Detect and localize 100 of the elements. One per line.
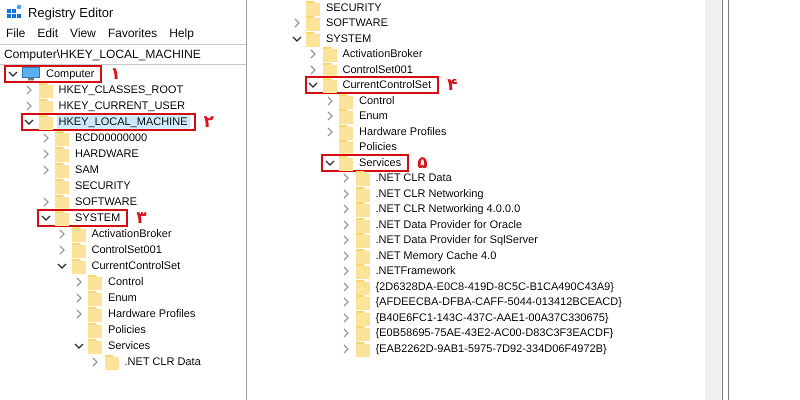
tree-item[interactable]: {EAB2262D-9AB1-5975-7D92-334D06F4972B} [374, 342, 609, 356]
chevron-right-icon[interactable] [324, 96, 334, 106]
chevron-right-icon[interactable] [341, 266, 351, 276]
tree-item[interactable]: HKEY_CURRENT_USER [56, 99, 188, 113]
tree-item[interactable]: SAM [73, 163, 101, 177]
tree-item[interactable]: Policies [357, 140, 399, 154]
chevron-down-icon[interactable] [40, 213, 50, 223]
chevron-right-icon[interactable] [341, 188, 351, 199]
chevron-down-icon[interactable] [8, 69, 18, 79]
chevron-right-icon[interactable] [341, 282, 351, 292]
chevron-right-icon[interactable] [341, 312, 351, 323]
tree-item[interactable]: .NET CLR Data [374, 171, 454, 186]
tree-item[interactable]: Services [357, 156, 404, 170]
chevron-right-icon[interactable] [40, 165, 50, 175]
folder-icon [339, 108, 353, 124]
tree-item[interactable]: SOFTWARE [73, 195, 139, 209]
folder-icon [356, 216, 370, 233]
tree-item[interactable]: .NET Data Provider for SqlServer [374, 233, 540, 248]
menu-item[interactable]: Help [169, 26, 194, 40]
folder-icon [104, 354, 118, 370]
chevron-right-icon[interactable] [292, 18, 302, 28]
tree-item[interactable]: Services [106, 339, 152, 353]
folder-icon [322, 62, 336, 78]
tree-item[interactable]: Enum [357, 109, 390, 124]
chevron-right-icon[interactable] [24, 85, 34, 95]
chevron-right-icon[interactable] [40, 133, 50, 143]
chevron-down-icon[interactable] [324, 158, 334, 168]
tree-item[interactable]: .NET CLR Networking [374, 186, 486, 201]
tree-item[interactable]: SYSTEM [324, 32, 374, 46]
tree-item[interactable]: CurrentControlSet [90, 259, 182, 273]
chevron-right-icon[interactable] [341, 344, 351, 354]
chevron-right-icon[interactable] [341, 204, 351, 214]
tree-item[interactable]: Hardware Profiles [106, 307, 198, 321]
chevron-right-icon[interactable] [57, 229, 67, 239]
tree-item[interactable]: {2D6328DA-E0C8-419D-8C5C-B1CA490C43A9} [374, 280, 616, 294]
tree-item[interactable]: Enum [106, 291, 139, 305]
folder-icon [356, 248, 370, 264]
tree-item[interactable]: {E0B58695-75AE-43E2-AC00-D83C3F3EACDF} [374, 326, 616, 340]
tree-item[interactable]: {B40E6FC1-143C-437C-AAE1-00A37C330675} [374, 310, 610, 325]
tree-item[interactable]: ActivationBroker [340, 47, 425, 62]
tree-item[interactable]: .NET Data Provider for Oracle [374, 218, 524, 232]
menu-item[interactable]: File [6, 26, 26, 40]
chevron-right-icon[interactable] [308, 49, 318, 60]
chevron-right-icon[interactable] [308, 64, 318, 75]
tree-item[interactable]: Control [357, 94, 396, 108]
tree-item[interactable]: ControlSet001 [90, 243, 164, 257]
menu-item[interactable]: Favorites [108, 26, 158, 40]
chevron-down-icon[interactable] [24, 117, 34, 127]
tree-item[interactable]: BCD00000000 [73, 131, 150, 145]
chevron-down-icon[interactable] [74, 341, 84, 351]
menu-item[interactable]: View [70, 26, 96, 40]
tree-item[interactable]: CurrentControlSet [340, 78, 434, 92]
chevron-right-icon[interactable] [341, 250, 351, 261]
chevron-down-icon[interactable] [308, 80, 318, 90]
chevron-right-icon[interactable] [324, 126, 334, 137]
chevron-right-icon[interactable] [324, 111, 334, 122]
chevron-right-icon[interactable] [74, 309, 84, 319]
folder-icon [356, 263, 370, 280]
tree-item[interactable]: Computer [44, 67, 96, 81]
tree-item[interactable]: HKEY_CLASSES_ROOT [56, 83, 186, 97]
folder-icon [55, 162, 69, 178]
tree-item[interactable]: .NET CLR Networking 4.0.0.0 [374, 202, 522, 216]
window-title: Registry Editor [28, 4, 114, 20]
chevron-right-icon[interactable] [74, 277, 84, 287]
folder-icon [88, 274, 102, 290]
tree-item[interactable]: Hardware Profiles [357, 124, 448, 139]
folder-icon [356, 170, 370, 186]
chevron-right-icon[interactable] [57, 245, 67, 255]
tree-item[interactable]: Policies [106, 323, 148, 337]
chevron-right-icon[interactable] [341, 220, 351, 230]
chevron-right-icon[interactable] [40, 197, 50, 207]
tree-item[interactable]: ActivationBroker [90, 227, 174, 241]
tree-item[interactable]: .NETFramework [374, 264, 458, 278]
tree-item[interactable]: HARDWARE [73, 147, 141, 161]
tree-item[interactable]: Control [106, 275, 146, 289]
folder-icon [55, 194, 69, 210]
tree-item[interactable]: .NET Memory Cache 4.0 [374, 248, 498, 263]
monitor-icon [22, 67, 40, 81]
address-bar[interactable]: Computer\HKEY_LOCAL_MACHINE [0, 44, 246, 65]
chevron-right-icon[interactable] [40, 149, 50, 159]
scrollbar[interactable] [705, 0, 722, 400]
chevron-right-icon[interactable] [90, 357, 100, 367]
tree-item[interactable]: {AFDEECBA-DFBA-CAFF-5044-013412BCEACD} [374, 295, 624, 310]
chevron-right-icon[interactable] [341, 173, 351, 184]
chevron-down-icon[interactable] [57, 261, 67, 271]
chevron-right-icon[interactable] [341, 297, 351, 308]
tree-item[interactable]: SECURITY [324, 0, 384, 15]
folder-icon [306, 15, 320, 32]
menu-item[interactable]: Edit [37, 26, 58, 40]
chevron-right-icon[interactable] [341, 235, 351, 246]
chevron-right-icon[interactable] [24, 101, 34, 111]
chevron-right-icon[interactable] [341, 328, 351, 338]
chevron-down-icon[interactable] [292, 34, 302, 44]
tree-item[interactable]: ControlSet001 [340, 62, 415, 77]
chevron-right-icon[interactable] [74, 293, 84, 303]
tree-item[interactable]: SECURITY [73, 179, 133, 193]
tree-item[interactable]: HKEY_LOCAL_MACHINE [56, 115, 190, 129]
tree-item[interactable]: .NET CLR Data [122, 355, 203, 369]
tree-item[interactable]: SOFTWARE [324, 16, 390, 30]
tree-item[interactable]: SYSTEM [73, 211, 122, 225]
